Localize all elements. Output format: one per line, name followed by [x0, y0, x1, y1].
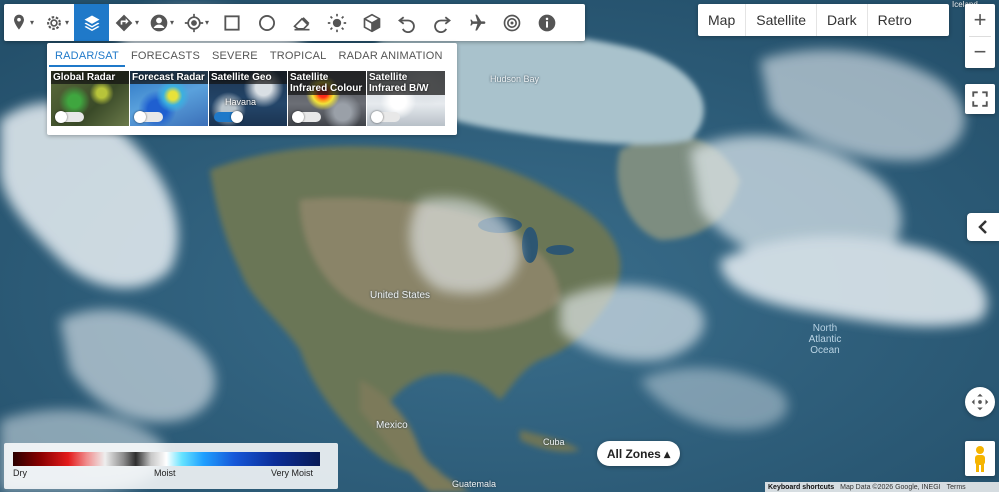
pan-control-button[interactable]	[965, 387, 995, 417]
undo-icon	[397, 15, 415, 33]
chevron-down-icon: ▾	[204, 18, 209, 27]
pegman-icon	[975, 445, 985, 472]
legend-very-moist-label: Very Moist	[271, 468, 314, 478]
map-label-hudson-bay: Hudson Bay	[490, 74, 540, 84]
chevron-down-icon: ▾	[64, 18, 69, 27]
sun-button[interactable]	[319, 4, 354, 41]
map-label-mexico: Mexico	[376, 420, 408, 431]
tab-forecasts[interactable]: FORECASTS	[125, 50, 206, 67]
zoom-in-button[interactable]: +	[965, 5, 995, 36]
eraser-button[interactable]	[284, 4, 319, 41]
info-button[interactable]	[529, 4, 564, 41]
legend-dry-label: Dry	[13, 468, 27, 478]
map-toolbar: ▾ ▾ ▾ ▾ ▾	[4, 4, 585, 41]
location-pin-icon	[13, 14, 24, 30]
directions-icon	[115, 14, 133, 31]
layer-card-satellite-geo[interactable]: Satellite Geo Havana	[209, 71, 287, 126]
global-radar-toggle[interactable]	[55, 111, 84, 123]
settings-gear-icon	[47, 15, 61, 30]
map-attribution: Keyboard shortcuts Map Data ©2026 Google…	[765, 482, 999, 492]
chevron-down-icon: ▾	[134, 18, 139, 27]
zoom-out-button[interactable]: −	[965, 37, 995, 68]
layer-label: Satellite Infrared B/W	[369, 72, 429, 94]
layer-cards: Global Radar Forecast Radar Satellite Ge…	[47, 67, 457, 126]
3d-view-button[interactable]	[354, 4, 389, 41]
radar-target-icon	[503, 14, 520, 31]
side-panel-toggle-button[interactable]	[967, 213, 999, 241]
my-location-icon	[184, 13, 204, 32]
map-type-switch: Map Satellite Dark Retro	[698, 4, 949, 36]
layer-card-forecast-radar[interactable]: Forecast Radar	[130, 71, 208, 126]
chevron-left-icon	[978, 220, 987, 234]
legend-color-scale	[13, 452, 320, 466]
map-label-north-atlantic: North Atlantic Ocean	[808, 323, 842, 356]
map-data-credit: Map Data ©2026 Google, INEGI	[840, 483, 941, 491]
tab-severe[interactable]: SEVERE	[206, 50, 264, 67]
draw-square-button[interactable]	[214, 4, 249, 41]
airplane-icon	[469, 14, 485, 30]
map-label-guatemala: Guatemala	[452, 479, 497, 489]
settings-tool-button[interactable]: ▾	[39, 4, 74, 41]
layers-icon	[84, 15, 99, 31]
all-zones-button[interactable]: All Zones ▴	[597, 441, 680, 466]
layer-label: Global Radar	[53, 72, 116, 83]
layer-tabs: RADAR/SAT FORECASTS SEVERE TROPICAL RADA…	[47, 43, 457, 67]
account-tool-button[interactable]: ▾	[144, 4, 179, 41]
layer-panel: RADAR/SAT FORECASTS SEVERE TROPICAL RADA…	[47, 43, 457, 135]
redo-button[interactable]	[424, 4, 459, 41]
tab-radar-sat[interactable]: RADAR/SAT	[49, 50, 125, 67]
pan-arrows-icon	[971, 393, 989, 411]
keyboard-shortcuts-link[interactable]: Keyboard shortcuts	[765, 484, 837, 491]
chevron-down-icon: ▾	[169, 18, 174, 27]
redo-icon	[433, 15, 451, 33]
location-tool-button[interactable]: ▾	[4, 4, 39, 41]
layer-card-global-radar[interactable]: Global Radar	[51, 71, 129, 126]
satellite-infrared-colour-toggle[interactable]	[292, 111, 321, 123]
directions-tool-button[interactable]: ▾	[109, 4, 144, 41]
legend-moist-label: Moist	[154, 468, 176, 478]
layers-tool-button[interactable]	[74, 4, 109, 41]
map-type-retro-button[interactable]: Retro	[868, 4, 922, 36]
map-label-united-states: United States	[370, 290, 431, 301]
info-icon	[538, 14, 555, 31]
layer-card-satellite-infrared-colour[interactable]: Satellite Infrared Colour	[288, 71, 366, 126]
fullscreen-icon	[972, 91, 988, 107]
flights-button[interactable]	[459, 4, 494, 41]
street-view-pegman-button[interactable]	[965, 441, 995, 476]
layer-label: Satellite Infrared Colour	[290, 72, 363, 94]
circle-draw-icon	[258, 14, 275, 31]
radar-target-button[interactable]	[494, 4, 529, 41]
map-type-map-button[interactable]: Map	[698, 4, 747, 36]
forecast-radar-toggle[interactable]	[134, 111, 163, 123]
map-type-satellite-button[interactable]: Satellite	[746, 4, 818, 36]
my-location-tool-button[interactable]: ▾	[179, 4, 214, 41]
moisture-legend: Dry Moist Very Moist	[4, 443, 338, 489]
tab-radar-animation[interactable]: RADAR ANIMATION	[332, 50, 448, 67]
account-icon	[150, 14, 168, 31]
tab-tropical[interactable]: TROPICAL	[264, 50, 333, 67]
draw-circle-button[interactable]	[249, 4, 284, 41]
layer-card-satellite-infrared-bw[interactable]: Satellite Infrared B/W	[367, 71, 445, 126]
undo-button[interactable]	[389, 4, 424, 41]
thumbnail-city-label: Havana	[225, 97, 257, 107]
terms-link[interactable]: Terms	[944, 484, 969, 491]
satellite-infrared-bw-toggle[interactable]	[371, 111, 400, 123]
eraser-icon	[292, 16, 309, 30]
layer-label: Satellite Geo	[211, 72, 272, 83]
cube-icon	[363, 13, 380, 32]
map-label-cuba: Cuba	[543, 437, 565, 447]
map-type-dark-button[interactable]: Dark	[817, 4, 868, 36]
chevron-down-icon: ▾	[29, 18, 34, 27]
sun-icon	[327, 13, 346, 32]
fullscreen-button[interactable]	[965, 84, 995, 114]
square-draw-icon	[223, 14, 240, 31]
layer-label: Forecast Radar	[132, 72, 205, 83]
satellite-geo-toggle[interactable]	[214, 111, 243, 123]
zoom-control: + −	[965, 4, 995, 68]
